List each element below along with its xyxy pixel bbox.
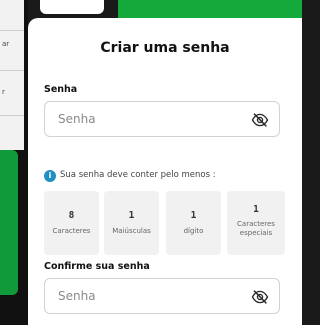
requirement-chip: 8 Caracteres bbox=[44, 191, 99, 255]
sheet-title: Criar uma senha bbox=[100, 40, 230, 56]
requirement-label: Caracteres bbox=[52, 227, 91, 235]
background-text: ar bbox=[2, 40, 10, 48]
requirement-chip: 1 dígito bbox=[166, 191, 221, 255]
password-placeholder: Senha bbox=[58, 112, 96, 126]
requirement-value: 1 bbox=[190, 210, 197, 221]
requirement-label: Maiúsculas bbox=[112, 227, 151, 235]
hint-text: Sua senha deve conter pelo menos : bbox=[60, 170, 216, 180]
requirement-value: 1 bbox=[253, 204, 259, 215]
background-white-card bbox=[40, 0, 104, 14]
password-field[interactable]: Senha bbox=[44, 101, 280, 137]
password-label: Senha bbox=[44, 84, 78, 95]
background-divider bbox=[0, 70, 24, 71]
requirement-label: Caracteres especiais bbox=[237, 220, 275, 237]
requirement-value: 1 bbox=[128, 210, 135, 221]
background-divider bbox=[0, 115, 24, 116]
confirm-password-placeholder: Senha bbox=[58, 289, 96, 303]
confirm-password-label: Confirme sua senha bbox=[44, 261, 150, 272]
background-green-panel bbox=[0, 150, 18, 295]
requirement-chip: 1 Maiúsculas bbox=[104, 191, 159, 255]
background-app: ar r bbox=[0, 0, 28, 325]
eye-off-icon[interactable] bbox=[251, 288, 269, 306]
requirement-chip: 1 Caracteres especiais bbox=[227, 191, 285, 255]
requirement-label: dígito bbox=[183, 227, 204, 235]
eye-off-icon[interactable] bbox=[251, 111, 269, 129]
background-card: ar r bbox=[0, 0, 24, 150]
create-password-sheet: Criar uma senha Senha Senha i Sua senha … bbox=[28, 18, 302, 325]
requirement-value: 8 bbox=[68, 210, 75, 221]
background-green-header bbox=[118, 0, 302, 18]
background-divider bbox=[0, 30, 24, 31]
info-icon: i bbox=[44, 170, 56, 182]
confirm-password-field[interactable]: Senha bbox=[44, 278, 280, 314]
background-text: r bbox=[2, 88, 5, 96]
